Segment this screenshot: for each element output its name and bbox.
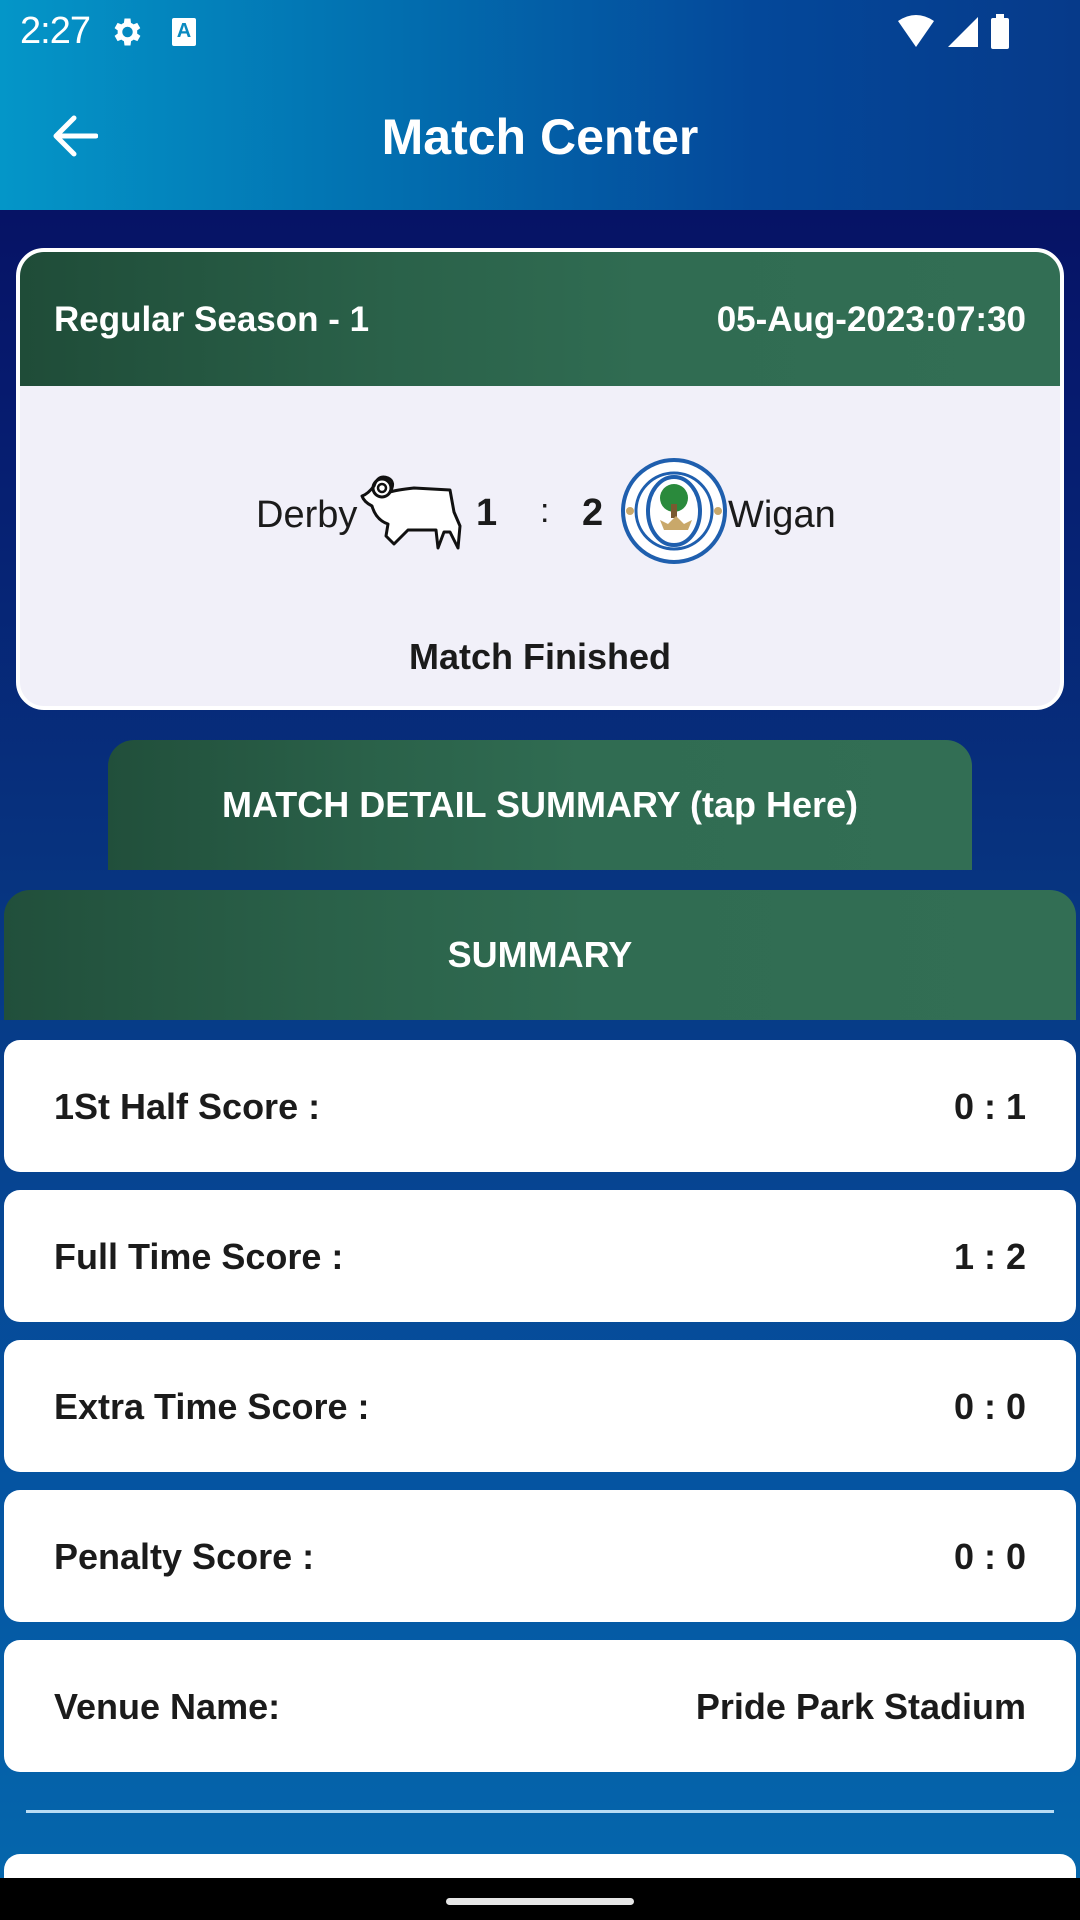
home-gesture-handle[interactable] <box>446 1898 634 1905</box>
app-bar: 2:27 A Match Center <box>0 0 1080 210</box>
away-team-name: Wigan <box>728 494 836 536</box>
status-icons <box>896 14 1010 50</box>
system-nav-bar <box>0 1878 1080 1920</box>
score-separator: : <box>540 492 550 530</box>
wigan-athletic-crest-icon <box>621 458 727 564</box>
match-datetime: 05-Aug-2023:07:30 <box>716 300 1026 339</box>
match-header: Regular Season - 1 05-Aug-2023:07:30 <box>20 252 1060 386</box>
summary-row-penalty: Penalty Score : 0 : 0 <box>4 1490 1076 1622</box>
page-title: Match Center <box>381 109 699 165</box>
match-status: Match Finished <box>408 636 672 677</box>
away-score: 2 <box>582 492 604 534</box>
wifi-icon <box>898 15 934 47</box>
row-label: 1St Half Score : <box>54 1086 321 1127</box>
row-value: 0 : 0 <box>953 1536 1026 1577</box>
row-value: 1 : 2 <box>953 1236 1026 1277</box>
row-value: Pride Park Stadium <box>695 1686 1026 1727</box>
home-team-name: Derby <box>256 494 358 536</box>
gear-icon <box>114 18 141 46</box>
home-score: 1 <box>476 492 498 534</box>
status-time: 2:27 <box>20 10 91 52</box>
row-label: Extra Time Score : <box>54 1386 370 1427</box>
summary-row-full-time: Full Time Score : 1 : 2 <box>4 1190 1076 1322</box>
row-value: 0 : 1 <box>953 1086 1026 1127</box>
row-label: Full Time Score : <box>54 1236 344 1277</box>
summary-row-extra-time: Extra Time Score : 0 : 0 <box>4 1340 1076 1472</box>
teams-row: Derby 1 : 2 Wigan <box>20 452 1060 572</box>
status-bar: 2:27 A <box>0 0 1080 64</box>
battery-icon <box>991 14 1009 49</box>
row-label: Venue Name: <box>54 1686 281 1727</box>
match-round: Regular Season - 1 <box>54 300 370 339</box>
summary-row-first-half: 1St Half Score : 0 : 1 <box>4 1040 1076 1172</box>
divider <box>26 1810 1054 1813</box>
keyboard-a-icon: A <box>172 18 196 46</box>
summary-header: SUMMARY <box>4 890 1076 1020</box>
summary-row-venue: Venue Name: Pride Park Stadium <box>4 1640 1076 1772</box>
match-detail-summary-button[interactable]: MATCH DETAIL SUMMARY (tap Here) <box>108 740 972 870</box>
row-value: 0 : 0 <box>953 1386 1026 1427</box>
match-card: Regular Season - 1 05-Aug-2023:07:30 Der… <box>16 248 1064 710</box>
derby-ram-logo-icon <box>360 475 462 550</box>
signal-icon <box>948 17 978 47</box>
row-label: Penalty Score : <box>54 1536 315 1577</box>
